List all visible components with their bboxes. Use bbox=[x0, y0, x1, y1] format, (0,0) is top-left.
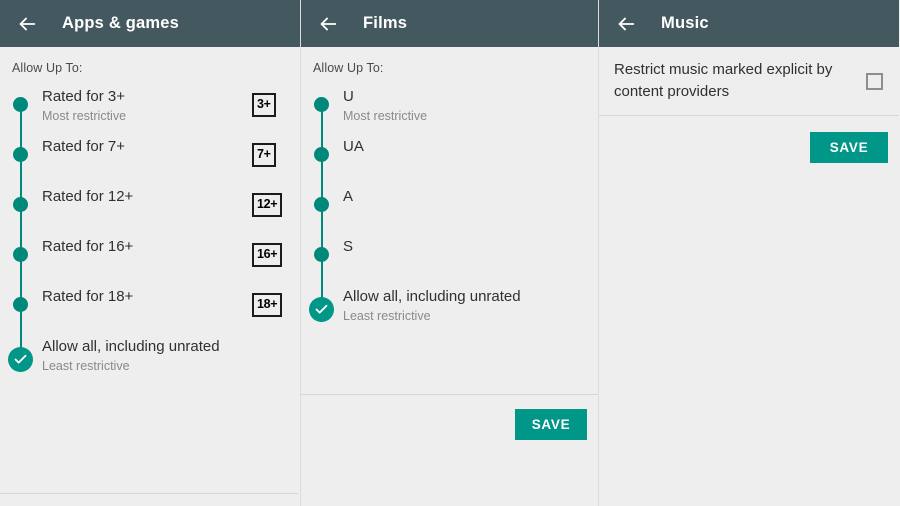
rating-badge-icon: 12+ bbox=[252, 193, 282, 217]
apps-body: Allow Up To: Rated for 3+Most restrictiv… bbox=[0, 47, 300, 506]
rating-option-films-3[interactable]: S bbox=[301, 237, 598, 287]
rating-badge-cell: 3+ bbox=[252, 87, 300, 117]
timeline-dot-icon[interactable] bbox=[13, 247, 28, 262]
rating-option-title: Allow all, including unrated bbox=[343, 287, 544, 307]
rating-option-text: S bbox=[343, 237, 550, 257]
column-films: Films Allow Up To: UMost restrictive UA A S… bbox=[300, 0, 598, 506]
rating-option-films-4[interactable]: Allow all, including unratedLeast restri… bbox=[301, 287, 598, 337]
page-title-films: Films bbox=[363, 14, 407, 33]
rating-option-apps-5[interactable]: Allow all, including unratedLeast restri… bbox=[0, 337, 300, 387]
rating-option-title: Rated for 12+ bbox=[42, 187, 246, 207]
rating-badge-cell: 7+ bbox=[252, 137, 300, 167]
rating-badge-cell: 16+ bbox=[252, 237, 300, 267]
column-music: Music Restrict music marked explicit by … bbox=[598, 0, 899, 506]
rating-option-text: UA bbox=[343, 137, 550, 157]
rating-option-apps-0[interactable]: Rated for 3+Most restrictive3+ bbox=[0, 87, 300, 137]
rating-option-title: S bbox=[343, 237, 544, 257]
rating-option-title: Rated for 3+ bbox=[42, 87, 246, 107]
rating-option-films-2[interactable]: A bbox=[301, 187, 598, 237]
appbar-apps-and-games: Apps & games bbox=[0, 0, 300, 47]
rating-option-text: Rated for 18+ bbox=[42, 287, 252, 307]
allow-up-to-label-apps: Allow Up To: bbox=[12, 61, 82, 75]
appbar-films: Films bbox=[301, 0, 598, 47]
rating-option-films-0[interactable]: UMost restrictive bbox=[301, 87, 598, 137]
appbar-music: Music bbox=[599, 0, 899, 47]
save-button-films[interactable]: SAVE bbox=[515, 409, 587, 440]
rating-option-films-1[interactable]: UA bbox=[301, 137, 598, 187]
rating-badge-cell bbox=[252, 337, 300, 343]
column-apps-and-games: Apps & games Allow Up To: Rated for 3+Mo… bbox=[0, 0, 300, 506]
rating-option-title: Rated for 18+ bbox=[42, 287, 246, 307]
rating-list-films: UMost restrictive UA A S Allow all, includin… bbox=[301, 87, 598, 337]
rating-badge-icon: 18+ bbox=[252, 293, 282, 317]
rating-option-apps-2[interactable]: Rated for 12+ 12+ bbox=[0, 187, 300, 237]
rating-option-subtitle: Most restrictive bbox=[343, 108, 544, 125]
rating-badge-cell bbox=[550, 137, 598, 143]
rating-option-subtitle: Least restrictive bbox=[42, 358, 246, 375]
rating-option-text: Rated for 3+Most restrictive bbox=[42, 87, 252, 125]
rating-badge-icon: 16+ bbox=[252, 243, 282, 267]
back-arrow-icon[interactable] bbox=[14, 11, 40, 37]
rating-option-title: Rated for 16+ bbox=[42, 237, 246, 257]
divider-music bbox=[599, 115, 899, 116]
rating-option-title: UA bbox=[343, 137, 544, 157]
rating-option-text: Allow all, including unratedLeast restri… bbox=[343, 287, 550, 325]
allow-up-to-label-films: Allow Up To: bbox=[313, 61, 383, 75]
restrict-explicit-label: Restrict music marked explicit by conten… bbox=[614, 59, 866, 103]
timeline-dot-icon[interactable] bbox=[13, 147, 28, 162]
timeline-dot-icon[interactable] bbox=[13, 297, 28, 312]
films-body: Allow Up To: UMost restrictive UA A S Allow … bbox=[301, 47, 598, 506]
restrict-explicit-row[interactable]: Restrict music marked explicit by conten… bbox=[599, 59, 899, 103]
timeline-dot-icon[interactable] bbox=[13, 97, 28, 112]
timeline-dot-icon[interactable] bbox=[13, 197, 28, 212]
selected-check-icon[interactable] bbox=[309, 297, 334, 322]
rating-list-apps: Rated for 3+Most restrictive3+Rated for … bbox=[0, 87, 300, 387]
rating-option-title: Rated for 7+ bbox=[42, 137, 246, 157]
rating-option-title: Allow all, including unrated bbox=[42, 337, 246, 357]
rating-option-apps-4[interactable]: Rated for 18+ 18+ bbox=[0, 287, 300, 337]
rating-option-text: UMost restrictive bbox=[343, 87, 550, 125]
rating-option-text: Allow all, including unratedLeast restri… bbox=[42, 337, 252, 375]
music-body: Restrict music marked explicit by conten… bbox=[599, 47, 899, 506]
back-arrow-icon[interactable] bbox=[613, 11, 639, 37]
timeline-dot-icon[interactable] bbox=[314, 247, 329, 262]
rating-badge-cell bbox=[550, 87, 598, 93]
back-arrow-icon[interactable] bbox=[315, 11, 341, 37]
rating-option-title: A bbox=[343, 187, 544, 207]
timeline-dot-icon[interactable] bbox=[314, 147, 329, 162]
rating-badge-cell bbox=[550, 287, 598, 293]
rating-option-apps-1[interactable]: Rated for 7+ 7+ bbox=[0, 137, 300, 187]
page-title-apps: Apps & games bbox=[62, 14, 179, 33]
rating-option-text: Rated for 16+ bbox=[42, 237, 252, 257]
rating-option-subtitle: Most restrictive bbox=[42, 108, 246, 125]
divider-films bbox=[301, 394, 598, 395]
divider-apps bbox=[0, 493, 298, 494]
rating-badge-cell: 12+ bbox=[252, 187, 300, 217]
rating-option-title: U bbox=[343, 87, 544, 107]
rating-badge-icon: 3+ bbox=[252, 93, 276, 117]
parental-controls-screen: Apps & games Allow Up To: Rated for 3+Mo… bbox=[0, 0, 900, 506]
rating-badge-cell bbox=[550, 187, 598, 193]
rating-badge-cell bbox=[550, 237, 598, 243]
rating-option-subtitle: Least restrictive bbox=[343, 308, 544, 325]
rating-badge-icon: 7+ bbox=[252, 143, 276, 167]
rating-option-apps-3[interactable]: Rated for 16+ 16+ bbox=[0, 237, 300, 287]
timeline-dot-icon[interactable] bbox=[314, 97, 329, 112]
rating-badge-cell: 18+ bbox=[252, 287, 300, 317]
rating-option-text: A bbox=[343, 187, 550, 207]
save-button-music[interactable]: SAVE bbox=[810, 132, 888, 163]
selected-check-icon[interactable] bbox=[8, 347, 33, 372]
page-title-music: Music bbox=[661, 14, 709, 33]
rating-option-text: Rated for 7+ bbox=[42, 137, 252, 157]
rating-option-text: Rated for 12+ bbox=[42, 187, 252, 207]
restrict-explicit-checkbox[interactable] bbox=[866, 73, 883, 90]
timeline-dot-icon[interactable] bbox=[314, 197, 329, 212]
